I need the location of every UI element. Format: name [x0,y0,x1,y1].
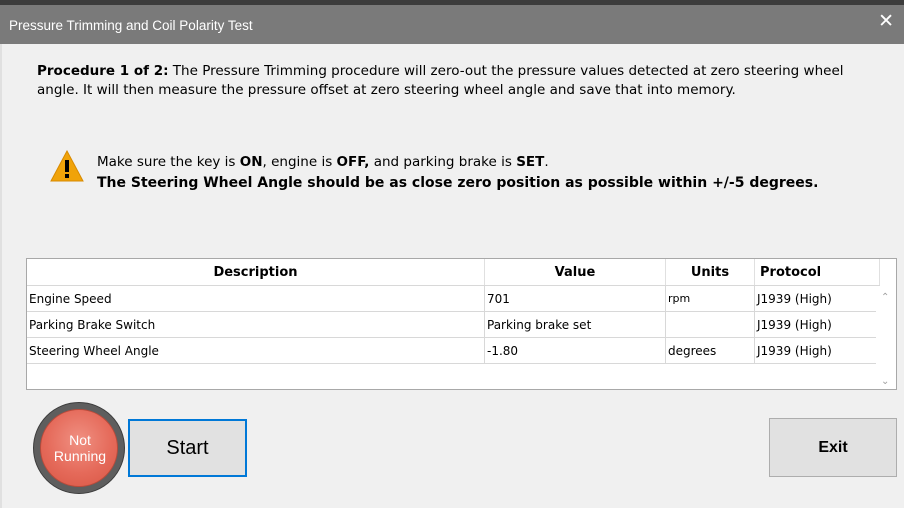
table-row[interactable]: Parking Brake Switch Parking brake set J… [27,311,880,338]
cell-units: rpm [665,285,755,312]
cell-units [665,311,755,338]
status-line-1: Not [69,432,91,448]
cell-description: Steering Wheel Angle [27,337,485,364]
warning-brake-state: SET [516,154,545,170]
scroll-down-arrow-icon[interactable]: ⌄ [881,376,889,387]
cell-protocol: J1939 (High) [754,311,880,338]
parameter-table[interactable]: Description Value Units Protocol Engine … [26,258,897,390]
cell-value: 701 [484,285,666,312]
table-header-row: Description Value Units Protocol [27,259,880,286]
close-icon[interactable]: ✕ [878,12,894,31]
cell-value: -1.80 [484,337,666,364]
cell-description: Engine Speed [27,285,485,312]
cell-units: degrees [665,337,755,364]
parameter-grid: Description Value Units Protocol Engine … [27,259,880,364]
warning-line-1: Make sure the key is ON, engine is OFF, … [97,152,887,173]
procedure-label: Procedure 1 of 2: [37,63,169,79]
start-button[interactable]: Start [128,419,247,477]
warning-message: Make sure the key is ON, engine is OFF, … [97,152,887,194]
cell-protocol: J1939 (High) [754,337,880,364]
window-left-border [0,44,2,508]
column-header-value[interactable]: Value [484,259,666,286]
title-bar: Pressure Trimming and Coil Polarity Test… [0,0,904,44]
table-row[interactable]: Engine Speed 701 rpm J1939 (High) [27,285,880,312]
column-header-protocol[interactable]: Protocol [754,259,880,286]
window-title: Pressure Trimming and Coil Polarity Test [9,18,253,33]
cell-value: Parking brake set [484,311,666,338]
column-header-units[interactable]: Units [665,259,755,286]
table-row[interactable]: Steering Wheel Angle -1.80 degrees J1939… [27,337,880,364]
status-light: Not Running [40,409,118,487]
status-line-2: Running [53,448,107,464]
procedure-description: Procedure 1 of 2: The Pressure Trimming … [37,62,867,100]
warning-text: , engine is [262,154,337,170]
exit-button[interactable]: Exit [769,418,897,477]
warning-text: and parking brake is [369,154,517,170]
scroll-up-arrow-icon[interactable]: ⌃ [881,292,889,303]
table-scrollbar[interactable]: ⌃ ⌄ [876,286,896,389]
cell-description: Parking Brake Switch [27,311,485,338]
warning-text: Make sure the key is [97,154,240,170]
status-label: Not Running [41,432,119,464]
warning-text: . [544,154,549,170]
warning-triangle-icon [50,150,84,182]
warning-key-state: ON [239,154,263,170]
warning-line-2: The Steering Wheel Angle should be as cl… [97,175,819,191]
title-bar-top-strip [0,0,904,5]
warning-engine-state: OFF, [336,154,370,170]
running-status-indicator: Not Running [33,402,125,494]
cell-protocol: J1939 (High) [754,285,880,312]
column-header-description[interactable]: Description [27,259,485,286]
